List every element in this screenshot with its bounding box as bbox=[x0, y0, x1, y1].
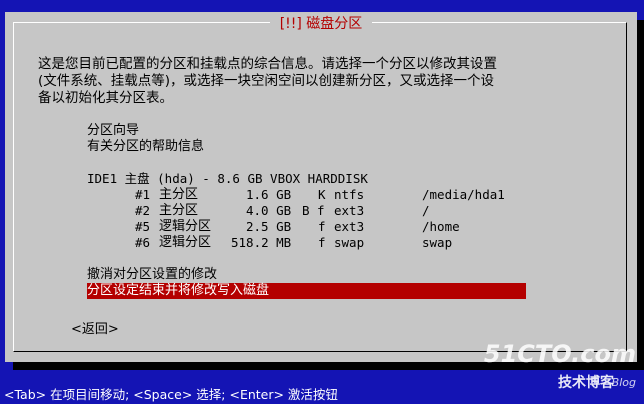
partition-mount: /home bbox=[422, 219, 460, 234]
partition-num: #1 bbox=[135, 187, 151, 202]
menu-item-undo[interactable]: 撤消对分区设置的修改 bbox=[87, 267, 527, 283]
installer-screen: [!!] 磁盘分区 这是您目前已配置的分区和挂载点的综合信息。请选择一个分区以修… bbox=[0, 0, 644, 404]
menu-item-wizard[interactable]: 分区向导 bbox=[87, 123, 527, 139]
partition-row[interactable]: #1 主分区 1.6 GB K ntfs /media/hda1 bbox=[87, 187, 527, 203]
partition-row[interactable]: #6 逻辑分区 518.2 MB f swap swap bbox=[87, 235, 527, 251]
partition-flags: f bbox=[318, 219, 326, 234]
partition-size: 518.2 MB bbox=[231, 235, 292, 250]
partition-fs: ext3 bbox=[334, 203, 365, 218]
watermark-logo: 51CTO.com 技术博客 Blog bbox=[483, 340, 636, 391]
partition-type: 主分区 bbox=[159, 187, 199, 202]
dialog-title: [!!] 磁盘分区 bbox=[269, 16, 373, 32]
partition-fs: ntfs bbox=[334, 187, 365, 202]
partition-row[interactable]: #2 主分区 4.0 GB B f ext3 / bbox=[87, 203, 527, 219]
partition-dialog: [!!] 磁盘分区 这是您目前已配置的分区和挂载点的综合信息。请选择一个分区以修… bbox=[5, 12, 637, 362]
partition-mount: / bbox=[422, 203, 430, 218]
menu-item-finish-selected[interactable]: 分区设定结束并将修改写入磁盘 bbox=[87, 283, 526, 299]
dialog-intro-text: 这是您目前已配置的分区和挂载点的综合信息。请选择一个分区以修改其设置 (文件系统… bbox=[38, 56, 497, 106]
partition-size: 2.5 GB bbox=[246, 219, 292, 234]
menu-spacer bbox=[87, 155, 527, 171]
partition-mount: /media/hda1 bbox=[422, 187, 505, 202]
menu-spacer bbox=[87, 251, 527, 267]
menu-item-help[interactable]: 有关分区的帮助信息 bbox=[87, 139, 527, 155]
partition-fs: swap bbox=[334, 235, 365, 250]
partition-size: 4.0 GB bbox=[246, 203, 292, 218]
partition-mount: swap bbox=[422, 235, 453, 250]
partition-type: 逻辑分区 bbox=[159, 235, 212, 250]
partition-num: #6 bbox=[135, 235, 151, 250]
partition-num: #2 bbox=[135, 203, 151, 218]
back-button[interactable]: <返回> bbox=[71, 318, 119, 337]
partition-type: 逻辑分区 bbox=[159, 219, 212, 234]
keyboard-help-bar: <Tab> 在项目间移动; <Space> 选择; <Enter> 激活按钮 bbox=[4, 387, 338, 402]
partition-size: 1.6 GB bbox=[246, 187, 292, 202]
partition-flags: f bbox=[318, 235, 326, 250]
partition-fs: ext3 bbox=[334, 219, 365, 234]
partition-num: #5 bbox=[135, 219, 151, 234]
partition-type: 主分区 bbox=[159, 203, 199, 218]
partition-flags: B f bbox=[302, 203, 325, 218]
partition-row[interactable]: #5 逻辑分区 2.5 GB f ext3 /home bbox=[87, 219, 527, 235]
partition-flags: K bbox=[318, 187, 326, 202]
dialog-title-bar: [!!] 磁盘分区 bbox=[5, 14, 637, 32]
partition-menu[interactable]: 分区向导 有关分区的帮助信息 IDE1 主盘 (hda) - 8.6 GB VB… bbox=[87, 123, 527, 299]
menu-item-disk[interactable]: IDE1 主盘 (hda) - 8.6 GB VBOX HARDDISK bbox=[87, 171, 527, 187]
